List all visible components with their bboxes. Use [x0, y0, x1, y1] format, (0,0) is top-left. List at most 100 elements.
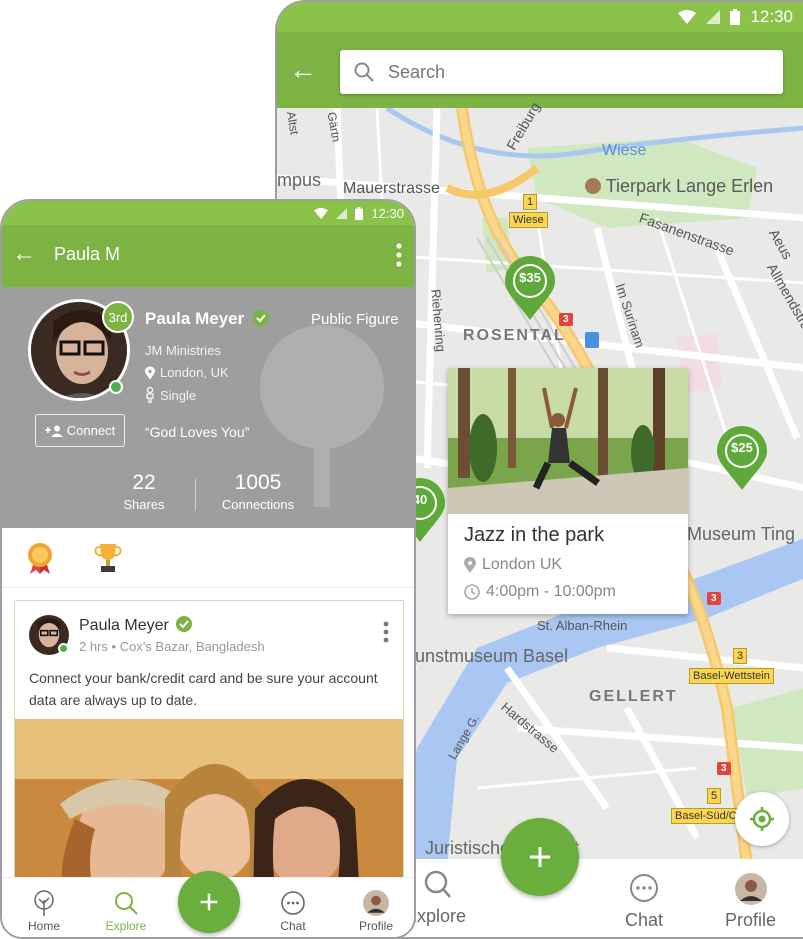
- signal-icon: [336, 207, 348, 219]
- chat-bubble-icon: [630, 874, 659, 902]
- trophy-icon[interactable]: [94, 542, 122, 574]
- map-label: mpus: [277, 170, 322, 190]
- road-sign: 3: [733, 648, 748, 664]
- location-pin-icon: [145, 365, 155, 380]
- wifi-icon: [678, 10, 697, 24]
- profile-location: London, UK: [145, 365, 229, 380]
- back-arrow-icon[interactable]: ←: [289, 54, 317, 86]
- post-text: Connect your bank/credit card and be sur…: [29, 670, 378, 708]
- road-sign: Basel-Süd/C: [671, 808, 741, 824]
- nav-chat[interactable]: Chat: [625, 873, 663, 931]
- post-location: Cox's Bazar, Bangladesh: [119, 639, 265, 654]
- road-sign: Basel-Wettstein: [689, 668, 774, 684]
- battery-icon: [355, 206, 364, 220]
- profile-header: 3rd Paula Meyer Public Figure JM Ministr…: [2, 287, 414, 528]
- post-author[interactable]: Paula Meyer: [79, 616, 193, 635]
- post-card: Paula Meyer 2 hrs • Cox's Bazar, Banglad…: [14, 600, 404, 900]
- map-label: St. Alban-Rhein: [537, 618, 628, 633]
- map-label: Wiese: [602, 142, 647, 159]
- nav-label: Chat: [280, 919, 306, 933]
- plus-icon: [530, 847, 550, 867]
- map-label: Mauerstrasse: [343, 180, 440, 197]
- profile-status-bar: 12:30: [2, 201, 414, 225]
- crosshair-icon: [750, 807, 774, 831]
- stat-divider: [195, 479, 196, 511]
- price-pin-35[interactable]: $35: [505, 256, 555, 320]
- transit-icon: [585, 332, 599, 348]
- map-status-bar: 12:30: [277, 2, 803, 32]
- connections-label: Connections: [221, 497, 295, 512]
- verified-icon: [252, 310, 269, 326]
- route-sign: 3: [559, 313, 573, 326]
- post-time: 2 hrs: [79, 639, 108, 654]
- search-icon: [354, 62, 374, 82]
- more-vert-icon[interactable]: [396, 243, 402, 267]
- profile-relationship: Single: [145, 387, 196, 403]
- map-pin-icon: [505, 256, 555, 320]
- map-pin-icon: [717, 426, 767, 490]
- battery-icon: [730, 9, 741, 25]
- wifi-icon: [314, 207, 329, 219]
- route-sign: 3: [717, 762, 731, 775]
- nav-label: Chat: [625, 910, 664, 930]
- page-title: Paula M: [54, 244, 121, 264]
- map-label: unstmuseum Basel: [415, 646, 569, 666]
- chat-bubble-icon: [281, 891, 305, 915]
- connections-stat[interactable]: 1005 Connections: [212, 471, 304, 512]
- search-bar[interactable]: [340, 50, 783, 94]
- nav-label: Profile: [725, 910, 777, 930]
- map-label: Museum Ting: [687, 524, 796, 544]
- more-vert-icon[interactable]: [383, 621, 389, 643]
- road-sign: 1: [523, 194, 538, 210]
- event-location: London UK: [464, 556, 562, 574]
- nav-chat[interactable]: Chat: [272, 890, 314, 933]
- status-time: 12:30: [371, 205, 404, 221]
- post-meta: 2 hrs • Cox's Bazar, Bangladesh: [79, 639, 265, 654]
- nav-profile[interactable]: Profile: [725, 873, 776, 931]
- pin-price: $35: [519, 270, 541, 285]
- nav-label: Profile: [358, 919, 393, 933]
- map-label: GELLERT: [589, 688, 678, 705]
- avatar: [363, 890, 389, 916]
- online-status-dot: [109, 380, 123, 394]
- map-app-bar: ←: [277, 32, 803, 108]
- search-input[interactable]: [386, 60, 746, 84]
- search-icon: [424, 870, 451, 898]
- event-title: Jazz in the park: [464, 524, 605, 546]
- road-sign: 5: [707, 788, 722, 804]
- nav-explore[interactable]: Explore: [98, 890, 154, 933]
- search-icon: [115, 892, 138, 915]
- pin-price: $25: [731, 440, 753, 455]
- event-photo: [448, 368, 688, 514]
- plus-icon: [200, 893, 218, 911]
- back-arrow-icon[interactable]: ←: [12, 240, 36, 268]
- zoo-icon: [585, 178, 601, 194]
- avatar: [734, 873, 767, 905]
- medal-icon[interactable]: [26, 542, 54, 574]
- add-button[interactable]: [501, 818, 579, 896]
- nav-home[interactable]: Home: [24, 890, 64, 933]
- tree-icon: [34, 890, 54, 916]
- profile-quote: “God Loves You”: [145, 424, 250, 440]
- verified-icon: [176, 616, 193, 632]
- profile-role: Public Figure: [311, 311, 399, 328]
- profile-organization: JM Ministries: [145, 343, 221, 358]
- price-pin-25[interactable]: $25: [717, 426, 767, 490]
- add-button[interactable]: [178, 871, 240, 933]
- separator-dot: •: [111, 639, 120, 654]
- route-sign: 3: [707, 592, 721, 605]
- clock-icon: [464, 584, 480, 600]
- connect-button[interactable]: Connect: [35, 414, 125, 447]
- online-status-dot: [58, 643, 69, 654]
- location-pin-icon: [464, 557, 476, 573]
- profile-phone-screen: 12:30 ← Paula M 3rd Paula Meyer Public F…: [0, 199, 416, 939]
- map-label: Tierpark Lange Erlen: [585, 176, 773, 197]
- event-time: 4:00pm - 10:00pm: [464, 583, 616, 601]
- road-sign: Wiese: [509, 212, 548, 228]
- profile-app-bar: ← Paula M: [2, 225, 414, 287]
- event-card[interactable]: Jazz in the park London UK 4:00pm - 10:0…: [448, 368, 688, 614]
- shares-stat[interactable]: 22 Shares: [112, 471, 176, 512]
- map-label: ROSENTAL: [463, 327, 566, 344]
- my-location-button[interactable]: [735, 792, 789, 846]
- nav-profile[interactable]: Profile: [352, 890, 400, 933]
